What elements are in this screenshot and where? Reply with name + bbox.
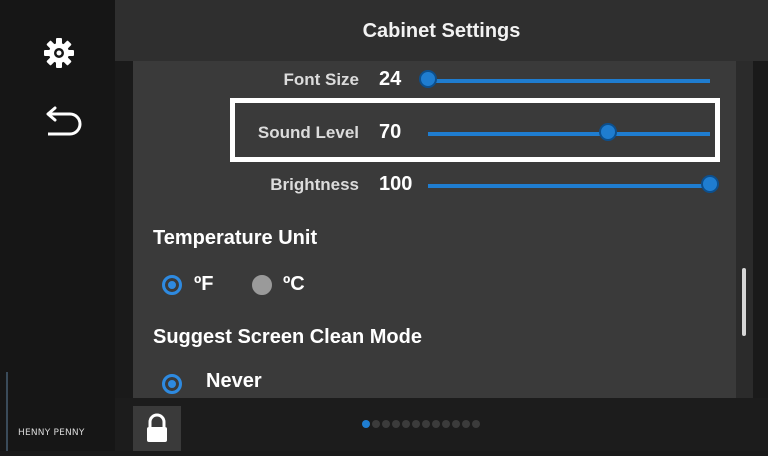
slider-label: Brightness [270,175,359,194]
radio-label-celsius[interactable]: ºC [283,273,305,296]
focus-highlight [230,98,720,162]
page-dot[interactable] [462,420,470,428]
back-arrow-icon[interactable] [36,106,86,140]
scrollbar-track[interactable] [736,61,753,398]
slider-label: Font Size [283,70,359,89]
title-bar: Cabinet Settings [115,0,768,61]
page-dot[interactable] [372,420,380,428]
slider-value: 100 [379,173,413,195]
page-dot[interactable] [442,420,450,428]
page-dot[interactable] [392,420,400,428]
temperature-unit-title: Temperature Unit [153,227,318,249]
slider-track[interactable] [428,79,710,83]
page-dot[interactable] [362,420,370,428]
slider-font-size: Font Size 24 [133,64,738,98]
page-dot[interactable] [422,420,430,428]
clean-mode-title: Suggest Screen Clean Mode [153,326,422,348]
radio-fahrenheit[interactable] [162,275,182,295]
radio-label-fahrenheit[interactable]: ºF [194,273,214,296]
page-indicator [362,420,480,430]
radio-never[interactable] [162,374,182,394]
page-dot[interactable] [382,420,390,428]
lock-button[interactable] [133,406,181,451]
slider-knob[interactable] [701,175,719,193]
page-dot[interactable] [402,420,410,428]
page-title: Cabinet Settings [362,20,521,42]
page-dot[interactable] [472,420,480,428]
slider-value: 24 [379,68,402,90]
page-dot[interactable] [452,420,460,428]
gear-icon[interactable] [43,37,75,69]
radio-label-never[interactable]: Never [206,370,262,393]
brand-logo: HENNY PENNY [18,428,85,438]
sidebar: HENNY PENNY [0,0,115,451]
slider-brightness: Brightness 100 [133,169,738,203]
radio-celsius[interactable] [252,275,272,295]
slider-track[interactable] [428,184,710,188]
scrollbar-thumb[interactable] [742,268,746,336]
page-dot[interactable] [432,420,440,428]
page-dot[interactable] [412,420,420,428]
lock-icon [147,413,167,442]
slider-knob[interactable] [419,70,437,88]
sidebar-edge [6,372,8,451]
